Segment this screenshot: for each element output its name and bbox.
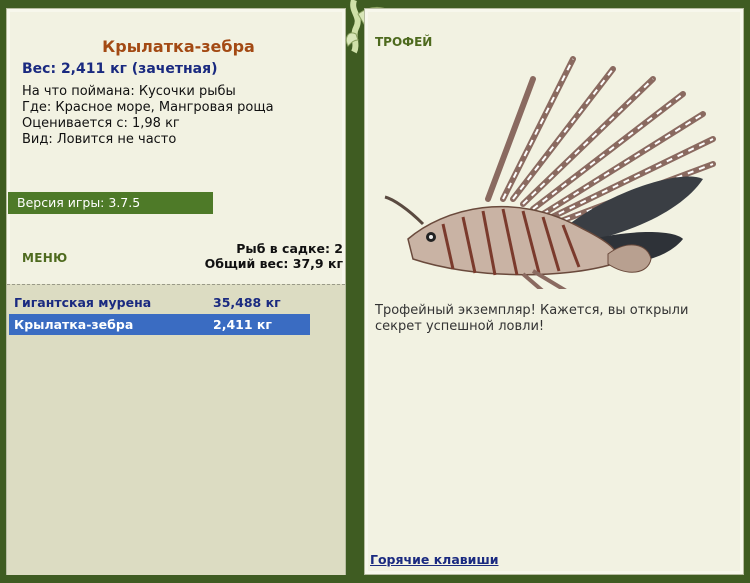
fish-count: Рыб в садке: 2 bbox=[236, 241, 343, 256]
catch-row[interactable]: Гигантская мурена 35,488 кг bbox=[9, 292, 310, 313]
catch-row-selected[interactable]: Крылатка-зебра 2,411 кг bbox=[9, 314, 310, 335]
catch-name: Крылатка-зебра bbox=[14, 317, 134, 332]
location-info: Где: Красное море, Мангровая роща bbox=[22, 100, 274, 115]
version-label: Версия игры: 3.7.5 bbox=[8, 192, 213, 214]
catch-list: Гигантская мурена 35,488 кг Крылатка-зеб… bbox=[7, 284, 345, 575]
trophy-panel: ТРОФЕЙ Трофейный экземпляр! Кажется, вы … bbox=[364, 8, 744, 575]
catch-weight: 2,411 кг bbox=[213, 317, 272, 332]
fish-weight: Вес: 2,411 кг (зачетная) bbox=[22, 61, 218, 77]
value-info: Оценивается с: 1,98 кг bbox=[22, 116, 180, 131]
fish-info-panel: Крылатка-зебра Вес: 2,411 кг (зачетная) … bbox=[6, 8, 346, 575]
trophy-message: Трофейный экземпляр! Кажется, вы открыли… bbox=[375, 303, 689, 334]
hotkeys-link[interactable]: Горячие клавиши bbox=[370, 552, 498, 567]
fish-name: Крылатка-зебра bbox=[102, 37, 255, 56]
catch-weight: 35,488 кг bbox=[213, 295, 281, 310]
bait-info: На что поймана: Кусочки рыбы bbox=[22, 84, 236, 99]
catch-name: Гигантская мурена bbox=[14, 295, 152, 310]
frequency-info: Вид: Ловится не часто bbox=[22, 132, 177, 147]
lionfish-image bbox=[384, 56, 716, 289]
total-weight: Общий вес: 37,9 кг bbox=[204, 256, 343, 271]
